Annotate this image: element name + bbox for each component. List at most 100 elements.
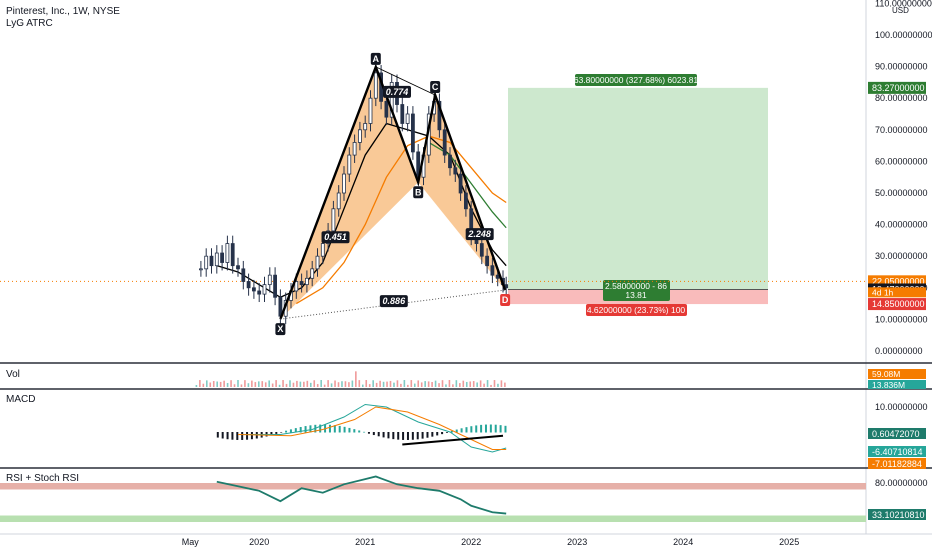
volume-bar [296,380,298,387]
target-label: 63.80000000 (327.68%) 6023.81 [574,75,699,85]
price-tick-label: 60.00000000 [875,156,928,166]
volume-label: Vol [6,369,20,380]
candle-body [246,281,251,289]
volume-bar [303,381,305,387]
volume-bar [199,380,201,387]
price-tag: 83.27000000 [872,83,925,93]
candle-body [273,274,278,298]
volume-bar [209,382,212,387]
macd-histogram-bar [304,426,307,433]
volume-bar [441,380,444,387]
volume-bar [434,380,437,387]
volume-bar [472,381,475,387]
chart-title: Pinterest, Inc., 1W, NYSE [6,6,120,17]
candle-body [251,287,256,292]
price-tick-label: 10.00000000 [875,314,928,324]
macd-histogram-bar [348,427,351,433]
macd-histogram-bar [289,429,292,433]
ratio-label: 0.451 [324,232,347,242]
candle-body [220,252,225,263]
volume-bar [483,383,485,387]
volume-bar [212,381,215,387]
candle-body [479,243,484,257]
volume-bar [459,383,461,387]
rsi-line [216,475,507,515]
volume-bar [226,383,229,387]
volume-bar [289,380,291,387]
candle-body [400,104,405,124]
candle-body [262,284,267,295]
rsi-overbought-band [0,483,866,490]
volume-bar [216,381,218,387]
macd-histogram-bar [328,424,331,433]
volume-bar [413,383,416,387]
volume-bar [278,384,281,387]
volume-bar [469,381,472,387]
volume-bar [490,384,492,387]
macd-histogram-bar [411,432,414,440]
candle-body [448,154,452,169]
volume-bar [365,380,368,387]
volume-bar [479,380,482,387]
volume-bar [445,384,447,387]
candle-body [304,277,309,286]
volume-bar [403,380,406,387]
macd-histogram-bar [494,424,497,433]
volume-bar [396,380,399,387]
macd-histogram-bar [470,426,473,433]
macd-histogram-bar [236,432,239,440]
volume-bar [465,381,468,387]
ratio-label: 0.886 [383,296,407,306]
volume-bar [244,380,246,387]
macd-histogram-bar [504,425,507,433]
volume-bar [334,380,336,387]
volume-bar [431,382,433,387]
volume-bar [400,383,402,387]
volume-bar [264,382,267,387]
volume-bar [420,382,423,387]
price-tag: 14.85000000 [872,299,925,309]
volume-bar [348,382,350,387]
volume-bar [327,380,329,387]
candle-body [336,192,341,210]
volume-bar [323,384,326,387]
macd-histogram-bar [402,432,405,440]
price-tick-label: 90.00000000 [875,62,928,72]
volume-bar [205,380,208,387]
volume-bar [476,382,478,387]
macd-tag: -6.40710814 [872,447,923,457]
time-axis-label: 2021 [355,537,375,547]
volume-bar [254,382,257,387]
macd-histogram-bar [246,432,249,440]
candle-body [214,252,219,267]
volume-bar [313,380,316,387]
currency-label: USD [892,6,909,15]
macd-histogram-bar [280,432,283,433]
macd-histogram-bar [285,430,288,433]
volume-bar [195,385,198,387]
ratio-label: 0.774 [386,87,409,97]
volume-bar [257,381,260,387]
macd-histogram-bar [441,432,444,435]
volume-bar [455,380,458,387]
candle-body [490,265,495,276]
volume-bar [223,380,225,387]
macd-histogram-bar [489,424,492,433]
volume-bar [337,382,340,387]
point-label-c: C [432,82,439,92]
candle-body [384,100,389,118]
rsi-oversold-band [0,515,866,522]
volume-pane: 59.08M13.836M [195,369,926,390]
point-label-a: A [373,54,380,64]
price-tick-label: 80.00000000 [875,93,928,103]
candle-body [241,268,246,282]
volume-bar [375,382,378,387]
macd-histogram-bar [353,429,356,433]
price-tick-label: 30.00000000 [875,251,928,261]
volume-bar [379,380,381,387]
candle-body [463,192,468,210]
macd-histogram-bar [392,432,395,440]
candle-body [363,123,368,131]
volume-bar [382,381,385,387]
volume-bar [268,380,270,387]
